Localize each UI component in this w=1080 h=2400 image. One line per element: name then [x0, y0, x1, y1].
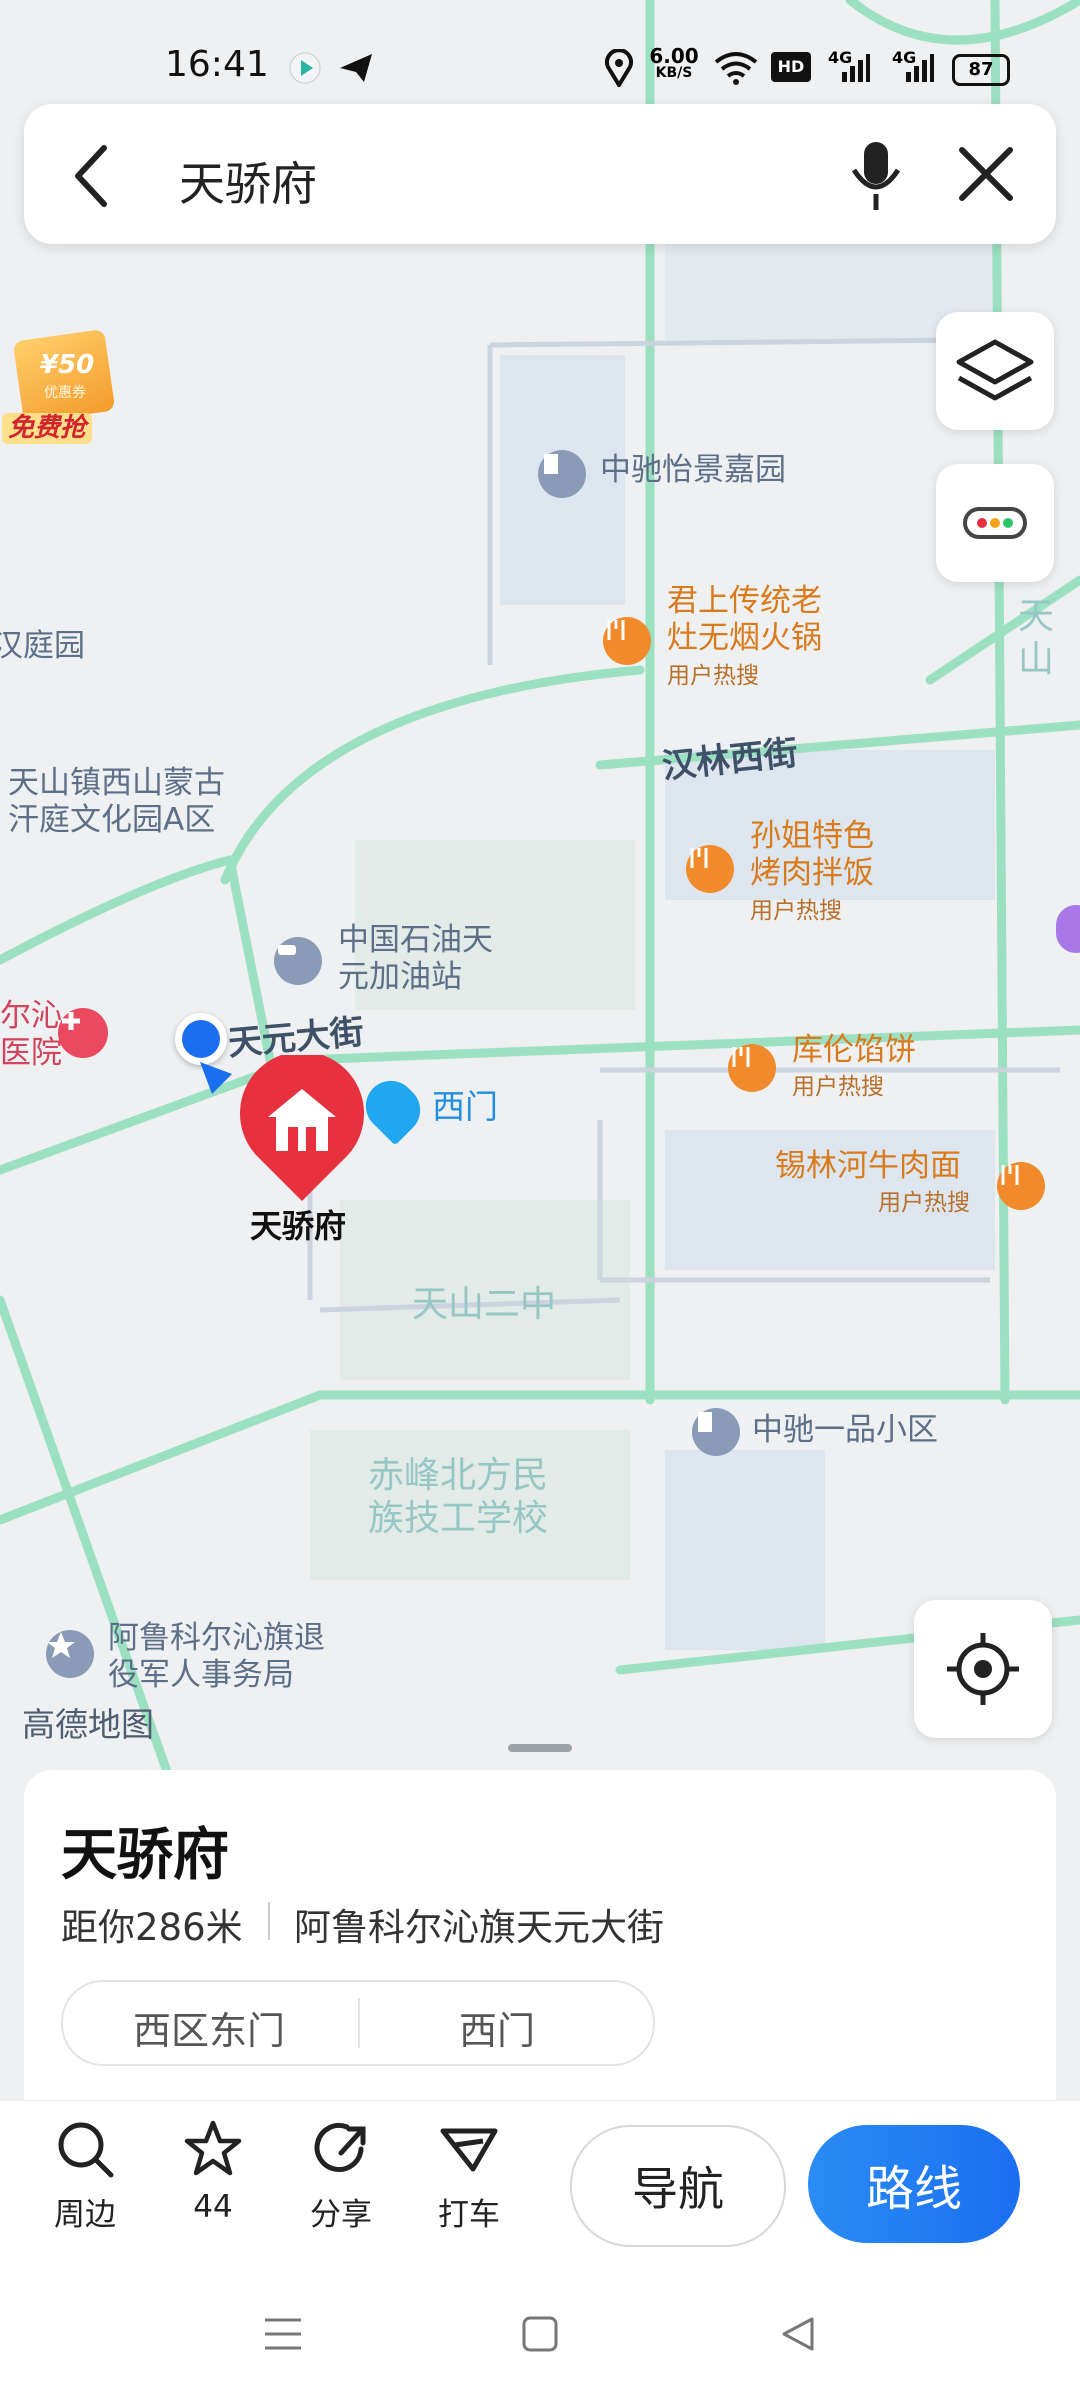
poi-sunjie-sub: 用户热搜 [750, 898, 842, 924]
place-distance: 距你286米 [61, 1906, 243, 1949]
home-icon[interactable] [521, 2315, 559, 2353]
poi-xilin[interactable]: 锡林河牛肉面 [775, 1148, 961, 1185]
poi-zhongchi-yijing[interactable]: 中驰怡景嘉园 [600, 452, 786, 489]
menu-icon[interactable] [263, 2316, 303, 2352]
restaurant-icon [997, 1162, 1045, 1210]
my-location-button[interactable] [914, 1600, 1052, 1738]
nearby-button[interactable]: 周边 [40, 2119, 130, 2234]
speed-value: 6.00 [649, 44, 699, 68]
signal1-icon [842, 54, 870, 82]
microphone-icon[interactable] [848, 138, 904, 214]
promo-coupon[interactable]: ¥50 优惠券 免费抢 [0, 325, 125, 455]
search-bar: 天骄府 [24, 104, 1056, 244]
nearby-label: 周边 [54, 2197, 116, 2233]
building-pin-icon [240, 1055, 364, 1201]
video-app-icon [289, 52, 321, 84]
poi-tianshan-edge: 天山 [1018, 596, 1055, 681]
taxi-flag-icon [440, 2128, 498, 2172]
place-address: 阿鲁科尔沁旗天元大街 [294, 1906, 664, 1949]
location-icon [605, 49, 633, 87]
search-icon [58, 2122, 114, 2178]
close-icon[interactable] [956, 144, 1016, 204]
action-bar: 周边 44 分享 打车 导航 路线 [0, 2100, 1080, 2269]
share-button[interactable]: 分享 [296, 2119, 386, 2234]
poi-junshang-sub: 用户热搜 [667, 663, 759, 689]
layers-button[interactable] [936, 312, 1054, 430]
system-nav-bar [0, 2268, 1080, 2400]
taxi-button[interactable]: 打车 [424, 2119, 514, 2234]
map-canvas[interactable]: ¥50 优惠券 免费抢 中驰怡景嘉园 君上传统老 灶无烟火锅 用户热搜 汉庭园 … [0, 0, 1080, 1780]
promo-note: 优惠券 [44, 385, 86, 401]
poi-junshang[interactable]: 君上传统老 灶无烟火锅 [667, 583, 822, 657]
my-location-marker [175, 1013, 227, 1065]
hospital-icon [58, 1008, 108, 1058]
search-query[interactable]: 天骄府 [179, 148, 317, 214]
send-icon [340, 54, 372, 82]
layers-icon [956, 339, 1034, 401]
navigate-button[interactable]: 导航 [570, 2125, 786, 2247]
status-time: 16:41 [165, 44, 269, 85]
residential-icon [538, 450, 586, 498]
restaurant-icon [603, 617, 651, 665]
sheet-drag-handle[interactable] [508, 1744, 572, 1752]
poi-kulun[interactable]: 库伦馅饼 [792, 1032, 916, 1069]
poi-school2[interactable]: 天山二中 [412, 1283, 556, 1326]
residential-icon [692, 1408, 740, 1456]
route-button[interactable]: 路线 [808, 2125, 1020, 2243]
promo-label: 免费抢 [2, 413, 93, 445]
traffic-button[interactable] [936, 464, 1054, 582]
favorite-button[interactable]: 44 [168, 2119, 258, 2225]
poi-veterans[interactable]: 阿鲁科尔沁旗退 役军人事务局 [108, 1620, 325, 1694]
gate-divider [358, 1998, 360, 2048]
traffic-light-icon [963, 507, 1027, 539]
back-icon[interactable] [68, 142, 118, 212]
back-nav-icon[interactable] [778, 2315, 816, 2353]
place-title: 天骄府 [61, 1823, 229, 1888]
gate-options: 西区东门 西门 [61, 1980, 655, 2066]
taxi-label: 打车 [438, 2197, 500, 2233]
restaurant-icon [686, 845, 734, 893]
place-card: 天骄府 距你286米 阿鲁科尔沁旗天元大街 西区东门 西门 [24, 1770, 1056, 2100]
divider [268, 1902, 270, 1940]
poi-petro[interactable]: 中国石油天 元加油站 [338, 922, 493, 996]
status-bar: 16:41 6.00 KB/S HD 4G 4G 87 [0, 0, 1080, 100]
poi-kulun-sub: 用户热搜 [792, 1074, 884, 1100]
government-star-icon [46, 1630, 94, 1678]
share-icon [314, 2123, 366, 2172]
wifi-icon [714, 52, 758, 85]
gate-option-east[interactable]: 西区东门 [133, 2000, 285, 2055]
map-brand-logo: 高德地图 [22, 1705, 154, 1744]
poi-xilin-sub: 用户热搜 [878, 1190, 970, 1216]
poi-sunjie[interactable]: 孙姐特色 烤肉拌饭 [750, 818, 874, 892]
star-icon [184, 2120, 242, 2176]
gas-station-icon [274, 937, 322, 985]
restaurant-icon [728, 1044, 776, 1092]
battery-level: 87 [968, 59, 994, 80]
poi-hanting[interactable]: 汉庭园 [0, 628, 85, 665]
selected-place-pin[interactable] [238, 1055, 366, 1205]
gate-option-west[interactable]: 西门 [459, 2000, 535, 2055]
heading-arrow-icon [200, 1062, 232, 1094]
poi-hospital[interactable]: 尔沁 医院 [0, 998, 62, 1072]
signal2-icon [906, 54, 934, 82]
selected-place-label: 天骄府 [250, 1207, 347, 1245]
battery-icon: 87 [952, 54, 1010, 86]
favorite-count: 44 [193, 2189, 233, 2225]
poi-zhongchi-yipin[interactable]: 中驰一品小区 [752, 1412, 938, 1449]
speed-unit: KB/S [655, 65, 693, 81]
share-label: 分享 [310, 2197, 372, 2233]
poi-vocational[interactable]: 赤峰北方民 族技工学校 [368, 1454, 548, 1540]
hd-badge-icon: HD [771, 52, 811, 82]
network-speed: 6.00 KB/S [649, 46, 699, 80]
promo-amount: ¥50 [40, 350, 95, 380]
gate-label[interactable]: 西门 [432, 1087, 498, 1127]
locate-icon [947, 1633, 1019, 1705]
poi-tianshan-town[interactable]: 天山镇西山蒙古 汗庭文化园A区 [8, 765, 225, 839]
